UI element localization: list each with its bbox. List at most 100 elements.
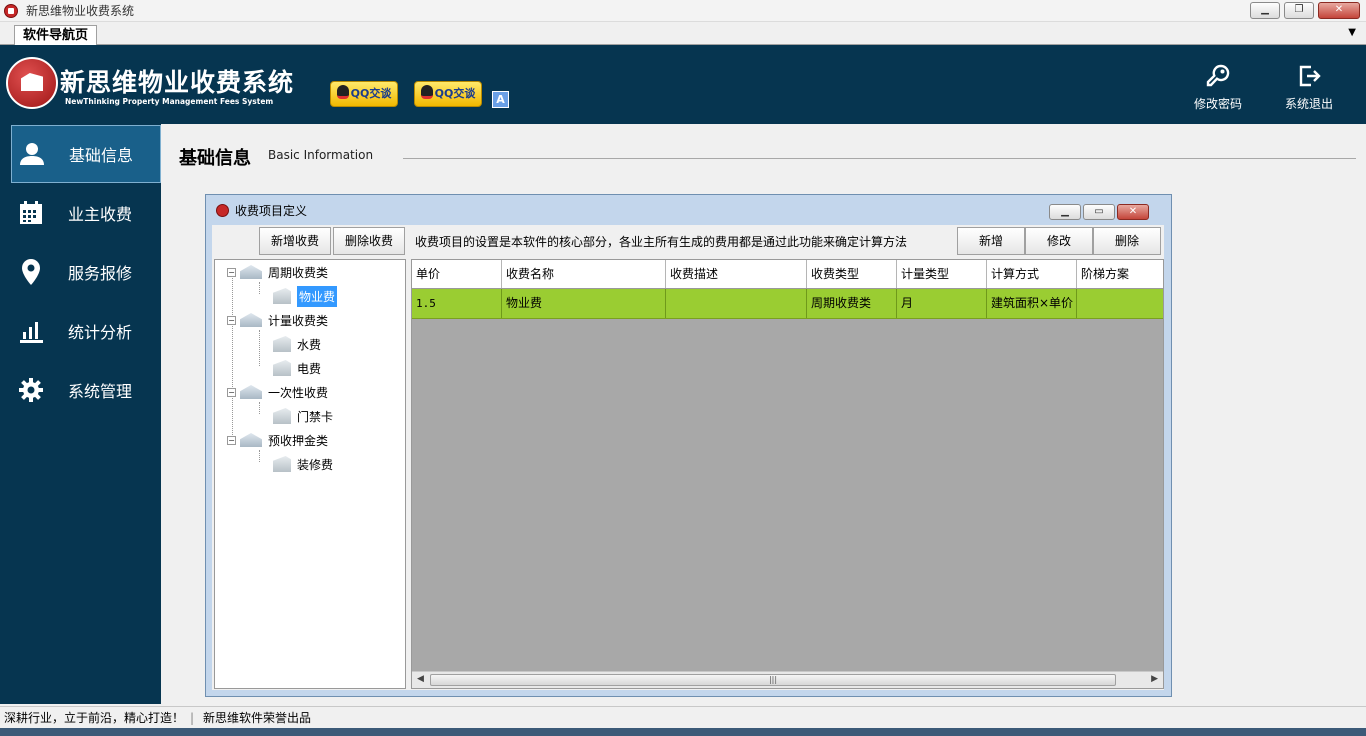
column-header-fee-name[interactable]: 收费名称	[502, 260, 666, 288]
sidebar-item-basic-info[interactable]: 基础信息	[11, 125, 161, 183]
qq-chat-button-2[interactable]: QQ交谈	[414, 81, 482, 107]
window-title-bar: 新思维物业收费系统 ▁ ❐ ✕	[0, 0, 1366, 22]
cell-fee-description	[666, 289, 807, 318]
minimize-button[interactable]: ▁	[1250, 2, 1280, 19]
sidebar-item-statistics[interactable]: 统计分析	[11, 302, 161, 360]
folder-icon	[240, 385, 262, 399]
maximize-button[interactable]: ❐	[1284, 2, 1314, 19]
cell-fee-type: 周期收费类	[807, 289, 897, 318]
window-controls: ▁ ❐ ✕	[1250, 2, 1360, 19]
app-icon	[4, 3, 18, 18]
window-title: 新思维物业收费系统	[26, 4, 135, 18]
scrollbar-thumb[interactable]: |||	[430, 674, 1116, 686]
collapse-toggle-icon[interactable]: −	[227, 387, 236, 397]
item-icon	[273, 408, 291, 424]
qq-penguin-icon	[420, 85, 433, 99]
tree-connector	[259, 402, 260, 414]
tab-dropdown-icon[interactable]: ▼	[1348, 27, 1356, 38]
folder-icon	[240, 313, 262, 327]
change-password-button[interactable]: 修改密码	[1183, 63, 1253, 112]
tree-node-deposit-fees[interactable]: − 预收押金类	[227, 429, 328, 451]
column-header-calculation-method[interactable]: 计算方式	[987, 260, 1077, 288]
horizontal-scrollbar[interactable]: ◀ ||| ▶	[412, 671, 1163, 688]
qq-penguin-icon	[336, 85, 349, 99]
dialog-body: 新增收费 删除收费 收费项目的设置是本软件的核心部分，各业主所有生成的费用都是通…	[212, 225, 1164, 690]
brand-title: 新思维物业收费系统	[60, 68, 295, 97]
add-fee-button[interactable]: 新增收费	[259, 227, 331, 255]
status-slogan: 深耕行业，立于前沿，精心打造！	[4, 711, 185, 725]
item-icon	[273, 456, 291, 472]
dialog-title: 收费项目定义	[235, 203, 308, 218]
tab-navigation-page[interactable]: 软件导航页	[14, 25, 98, 45]
gear-icon	[18, 377, 44, 403]
item-icon	[273, 360, 291, 376]
dialog-maximize-button[interactable]: ▭	[1083, 204, 1115, 220]
edit-button[interactable]: 修改	[1025, 227, 1093, 255]
fee-items-grid: 单价 收费名称 收费描述 收费类型 计量类型 计算方式 阶梯方案 1.5 物业费…	[411, 259, 1164, 689]
tree-node-water-fee[interactable]: 水费	[273, 333, 321, 355]
delete-fee-button[interactable]: 删除收费	[333, 227, 405, 255]
page-title: 基础信息	[179, 148, 251, 169]
collapse-toggle-icon[interactable]: −	[227, 267, 236, 277]
column-header-fee-description[interactable]: 收费描述	[666, 260, 807, 288]
brand-logo	[6, 57, 58, 109]
tab-strip: 软件导航页 ▼	[0, 23, 1366, 45]
app-header: 新思维物业收费系统 NewThinking Property Managemen…	[0, 45, 1366, 124]
sidebar-item-owner-fees[interactable]: 业主收费	[11, 184, 161, 242]
qq-chat-button-1[interactable]: QQ交谈	[330, 81, 398, 107]
collapse-toggle-icon[interactable]: −	[227, 315, 236, 325]
sidebar: 基础信息 业主收费 服务报修 统计分析 系统管理	[0, 124, 161, 704]
calendar-icon	[18, 200, 44, 226]
logout-icon	[1299, 65, 1321, 87]
cell-fee-name: 物业费	[502, 289, 666, 318]
a-badge[interactable]: A	[492, 91, 509, 108]
table-row[interactable]: 1.5 物业费 周期收费类 月 建筑面积×单价	[412, 289, 1163, 319]
grid-header: 单价 收费名称 收费描述 收费类型 计量类型 计算方式 阶梯方案	[412, 260, 1163, 289]
tree-node-property-fee[interactable]: 物业费	[273, 285, 338, 307]
tree-node-access-card[interactable]: 门禁卡	[273, 405, 333, 427]
status-separator: |	[190, 711, 195, 725]
os-taskbar	[0, 728, 1366, 736]
sidebar-item-service-repair[interactable]: 服务报修	[11, 243, 161, 301]
close-button[interactable]: ✕	[1318, 2, 1360, 19]
logout-button[interactable]: 系统退出	[1274, 63, 1344, 112]
dialog-title-bar[interactable]: 收费项目定义 ▁ ▭ ✕	[206, 195, 1171, 225]
column-header-tier-plan[interactable]: 阶梯方案	[1077, 260, 1163, 288]
tree-node-electricity-fee[interactable]: 电费	[273, 357, 321, 379]
tree-node-one-time-fees[interactable]: − 一次性收费	[227, 381, 328, 403]
folder-icon	[240, 265, 262, 279]
title-divider	[403, 158, 1356, 159]
tree-connector	[259, 450, 260, 462]
cell-unit-price: 1.5	[412, 289, 502, 318]
collapse-toggle-icon[interactable]: −	[227, 435, 236, 445]
column-header-fee-type[interactable]: 收费类型	[807, 260, 897, 288]
page-subtitle: Basic Information	[268, 148, 374, 162]
column-header-metering-type[interactable]: 计量类型	[897, 260, 987, 288]
dialog-minimize-button[interactable]: ▁	[1049, 204, 1081, 220]
tree-node-cycle-fees[interactable]: − 周期收费类	[227, 261, 328, 283]
help-tip: 收费项目的设置是本软件的核心部分，各业主所有生成的费用都是通过此功能来确定计算方…	[415, 235, 908, 249]
column-header-unit-price[interactable]: 单价	[412, 260, 502, 288]
fee-item-definition-window: 收费项目定义 ▁ ▭ ✕ 新增收费 删除收费 收费项目的设置是本软件的核心部分，…	[205, 194, 1172, 697]
tree-node-metered-fees[interactable]: − 计量收费类	[227, 309, 328, 331]
user-icon	[19, 141, 45, 167]
dialog-close-button[interactable]: ✕	[1117, 204, 1149, 220]
tree-node-decoration-fee[interactable]: 装修费	[273, 453, 333, 475]
delete-button[interactable]: 删除	[1093, 227, 1161, 255]
sidebar-item-system-management[interactable]: 系统管理	[11, 361, 161, 419]
cell-metering-type: 月	[897, 289, 987, 318]
key-icon	[1206, 64, 1230, 87]
main-content: 基础信息 Basic Information 收费项目定义 ▁ ▭ ✕ 新增收费…	[161, 124, 1366, 704]
tree-connector	[259, 282, 260, 294]
scroll-right-icon[interactable]: ▶	[1151, 674, 1158, 684]
item-icon	[273, 288, 291, 304]
add-button[interactable]: 新增	[957, 227, 1025, 255]
bar-chart-icon	[18, 318, 44, 344]
folder-icon	[240, 433, 262, 447]
dialog-controls: ▁ ▭ ✕	[1049, 204, 1149, 220]
cell-tier-plan	[1077, 289, 1163, 318]
item-icon	[273, 336, 291, 352]
dialog-app-icon	[216, 203, 229, 217]
cell-calculation-method: 建筑面积×单价	[987, 289, 1077, 318]
scroll-left-icon[interactable]: ◀	[417, 674, 424, 684]
